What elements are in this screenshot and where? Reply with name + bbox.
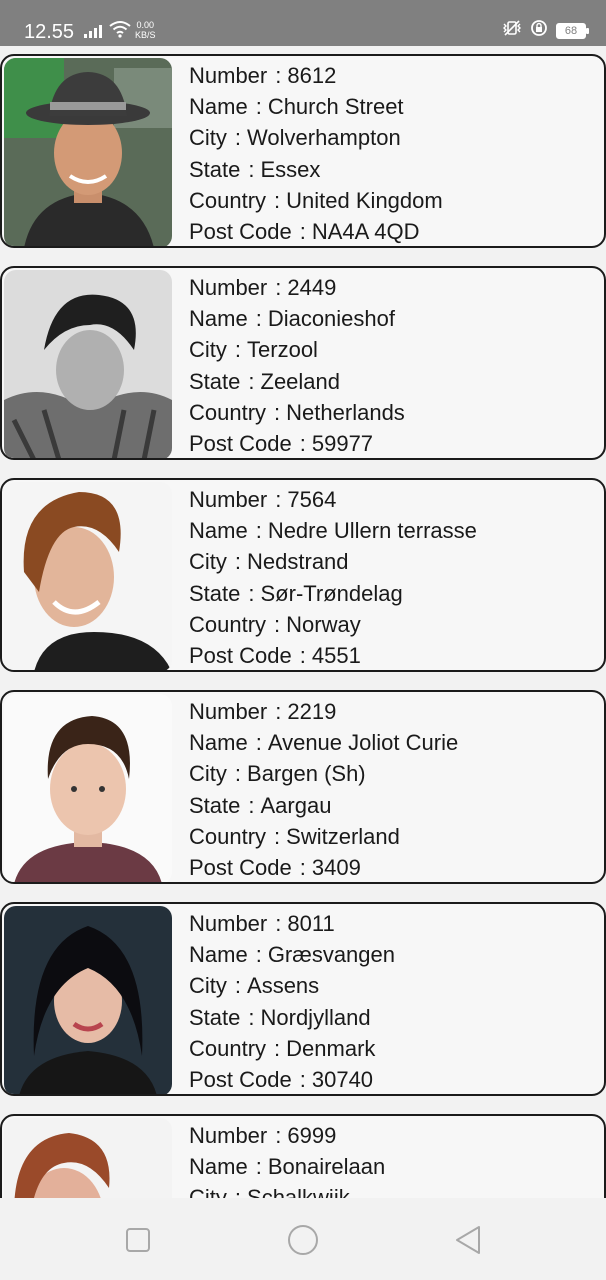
city-row: City: Nedstrand	[189, 549, 349, 575]
country-value: United Kingdom	[286, 187, 443, 213]
country-row: Country: United Kingdom	[189, 187, 443, 213]
city-value: Bargen (Sh)	[247, 761, 366, 787]
person-card[interactable]: Number:2449 Name: Diaconieshof City: Terzo…	[0, 266, 606, 460]
number-row: Number:2219	[189, 699, 337, 724]
signal-icon	[84, 24, 102, 43]
number-value: 7564	[287, 487, 337, 512]
city-row: City: Bargen (Sh)	[189, 761, 366, 787]
post-code-value: NA4A 4QD	[311, 219, 420, 245]
post-code-row: Post Code:3409	[189, 855, 361, 881]
post-code-row: Post Code:4551	[189, 643, 361, 669]
person-card[interactable]: Number:8011 Name: Græsvangen City: Assens …	[0, 902, 606, 1096]
wifi-icon	[109, 20, 131, 43]
state-row: State: Zeeland	[189, 368, 341, 394]
net-speed: 0.00 KB/S	[135, 20, 156, 40]
post-code-row: Post Code: NA4A 4QD	[189, 219, 420, 245]
state-row: State: Sør-Trøndelag	[189, 580, 403, 606]
person-photo	[4, 906, 172, 1094]
country-row: Country: Netherlands	[189, 399, 405, 425]
number-row: Number:2449	[189, 275, 337, 300]
city-row: City: Assens	[189, 973, 320, 999]
post-code-value: 3409	[311, 855, 361, 881]
number-value: 2219	[287, 699, 337, 724]
name-row: Name: Avenue Joliot Curie	[189, 730, 459, 756]
person-card[interactable]: Number:6999 Name: Bonairelaan City: Schalk…	[0, 1114, 606, 1198]
name-row: Name: Bonairelaan	[189, 1154, 386, 1180]
alarm-icon	[530, 19, 548, 42]
state-row: State: Essex	[189, 156, 321, 182]
person-photo	[4, 270, 172, 458]
navigation-bar	[0, 1198, 606, 1280]
status-bar: 12.55 0.00 KB/S 68	[0, 0, 606, 46]
square-icon	[126, 1228, 150, 1252]
country-row: Country: Norway	[189, 611, 361, 637]
person-photo	[4, 1118, 172, 1198]
city-value: Nedstrand	[247, 549, 349, 575]
number-value: 6999	[287, 1123, 337, 1148]
person-photo	[4, 58, 172, 246]
person-card[interactable]: Number:8612 Name: Church Street City: Wolv…	[0, 54, 606, 248]
name-row: Name: Nedre Ullern terrasse	[189, 518, 477, 544]
country-value: Norway	[286, 611, 361, 637]
name-row: Name: Græsvangen	[189, 942, 395, 968]
post-code-value: 30740	[311, 1067, 374, 1093]
city-row: City: Schalkwijk	[189, 1182, 594, 1198]
person-list[interactable]: Number:8612 Name: Church Street City: Wolv…	[0, 46, 606, 1198]
name-value: Church Street	[267, 94, 404, 120]
state-value: Zeeland	[260, 368, 341, 394]
country-value: Denmark	[286, 1035, 376, 1061]
number-row: Number:6999	[189, 1123, 337, 1148]
person-card[interactable]: Number:2219 Name: Avenue Joliot Curie Cit…	[0, 690, 606, 884]
city-value: Schalkwijk	[247, 1185, 350, 1198]
person-photo	[4, 694, 172, 882]
person-card[interactable]: Number:7564 Name: Nedre Ullern terrasse C…	[0, 478, 606, 672]
battery-icon: 68	[556, 22, 589, 39]
home-button[interactable]	[283, 1222, 323, 1258]
name-value: Avenue Joliot Curie	[267, 730, 459, 756]
state-row: State: Nordjylland	[189, 1004, 371, 1030]
back-triangle-icon	[456, 1226, 480, 1254]
state-value: Aargau	[260, 792, 332, 818]
number-row: Number:8612	[189, 63, 337, 88]
post-code-row: Post Code:59977	[189, 431, 374, 457]
name-value: Nedre Ullern terrasse	[267, 518, 477, 544]
back-button[interactable]	[448, 1222, 488, 1258]
state-row: State: Aargau	[189, 792, 332, 818]
net-speed-value: 0.00	[136, 20, 155, 30]
net-speed-unit: KB/S	[135, 30, 156, 40]
city-row: City: Terzool	[189, 337, 318, 363]
city-value: Terzool	[247, 337, 318, 363]
post-code-row: Post Code:30740	[189, 1067, 374, 1093]
post-code-value: 4551	[311, 643, 361, 669]
state-value: Sør-Trøndelag	[260, 580, 403, 606]
name-value: Græsvangen	[267, 942, 395, 968]
country-row: Country: Denmark	[189, 1035, 376, 1061]
post-code-value: 59977	[311, 431, 374, 457]
name-row: Name: Church Street	[189, 94, 404, 120]
state-value: Nordjylland	[260, 1004, 371, 1030]
number-row: Number:8011	[189, 911, 335, 936]
recent-apps-button[interactable]	[118, 1222, 158, 1258]
number-value: 8612	[287, 63, 337, 88]
city-value: Assens	[247, 973, 320, 999]
name-row: Name: Diaconieshof	[189, 306, 395, 332]
status-time: 12.55	[24, 21, 75, 43]
country-value: Switzerland	[286, 823, 400, 849]
city-row: City: Wolverhampton	[189, 125, 401, 151]
state-value: Essex	[260, 156, 321, 182]
vibrate-icon	[502, 20, 522, 41]
city-value: Wolverhampton	[247, 125, 401, 151]
name-value: Diaconieshof	[267, 306, 395, 332]
number-row: Number:7564	[189, 487, 337, 512]
person-photo	[4, 482, 172, 670]
country-row: Country: Switzerland	[189, 823, 400, 849]
number-value: 2449	[287, 275, 337, 300]
country-value: Netherlands	[286, 399, 405, 425]
circle-icon	[288, 1225, 318, 1255]
name-value: Bonairelaan	[267, 1154, 386, 1180]
number-value: 8011	[287, 911, 335, 936]
